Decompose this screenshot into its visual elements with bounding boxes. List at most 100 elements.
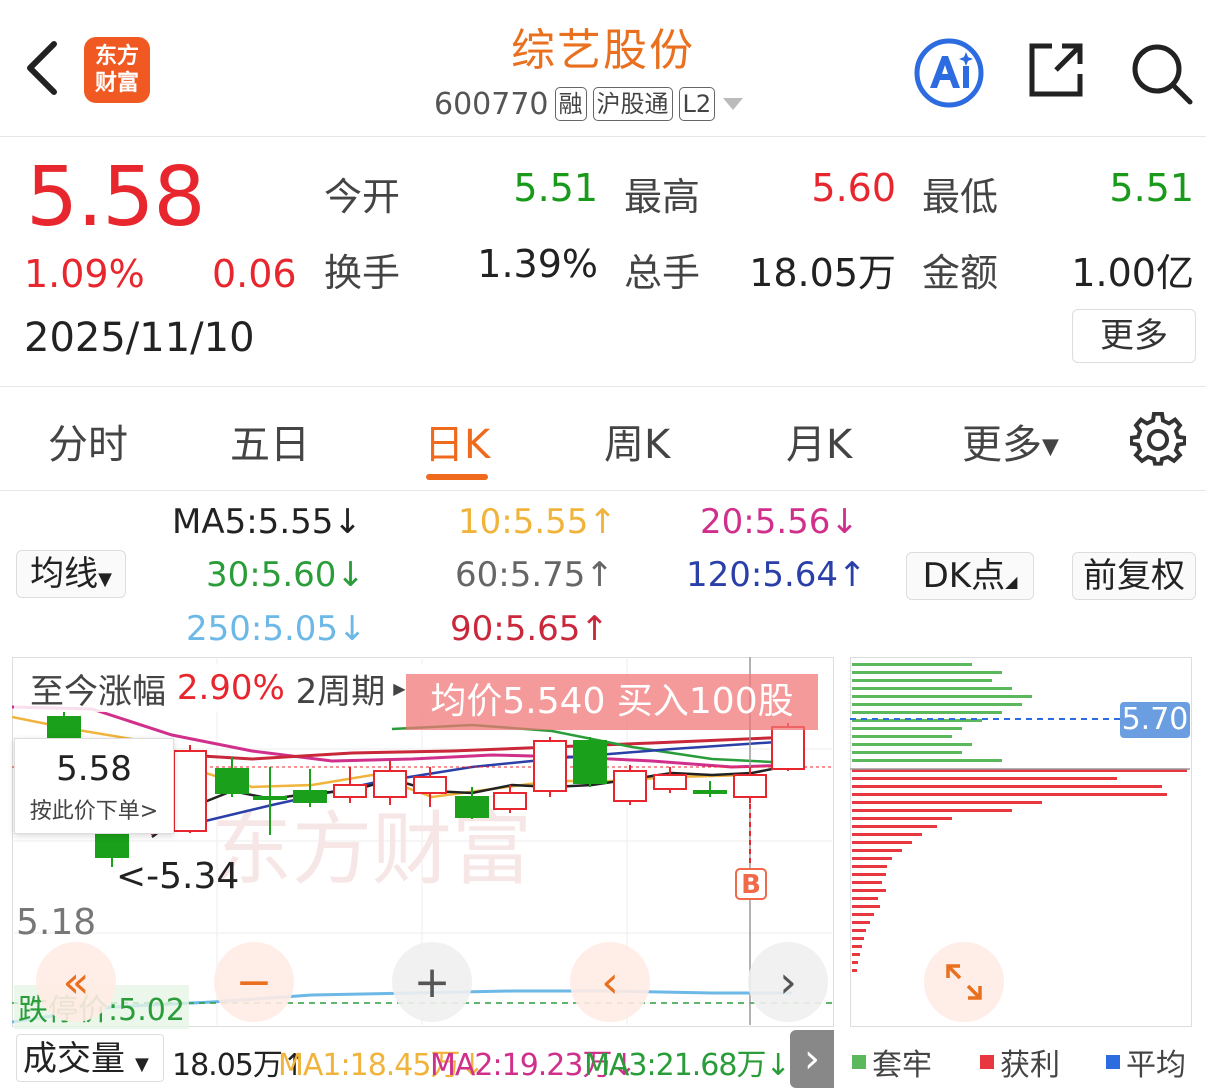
quote-date: 2025/11/10 — [24, 315, 255, 361]
chip-bar-profit — [852, 865, 887, 868]
share-icon[interactable] — [1026, 40, 1086, 100]
tab-monthly-k[interactable]: 月K — [786, 412, 852, 470]
expand-icon — [946, 964, 982, 1000]
legend-profit: 获利 — [980, 1040, 1060, 1084]
chip-bar-profit — [852, 889, 886, 892]
range-gain-period: 2周期 — [295, 671, 386, 712]
ma30-value: 30:5.60↓ — [206, 555, 365, 595]
ai-assistant-icon[interactable] — [912, 38, 986, 108]
turnover-value: 1.39% — [477, 242, 598, 286]
open-label: 今开 — [324, 175, 401, 219]
chip-bar-profit — [852, 825, 937, 828]
more-quote-button[interactable]: 更多 — [1072, 309, 1196, 363]
volume-ma3: MA3:21.68万↓ — [584, 1048, 791, 1083]
scroll-start-button[interactable]: « — [36, 942, 116, 1022]
order-price: 5.58 — [56, 749, 132, 789]
zoom-out-button[interactable]: − — [214, 942, 294, 1022]
chip-bar-profit — [852, 929, 866, 932]
ma90-value: 90:5.65↑ — [450, 609, 609, 649]
plus-icon: + — [413, 956, 451, 1008]
chip-bar-profit — [852, 921, 870, 924]
ma10-value: 10:5.55↑ — [458, 502, 617, 542]
candle-body — [373, 770, 407, 798]
chip-bar-profit — [852, 953, 860, 956]
search-icon[interactable] — [1128, 40, 1194, 106]
range-gain-banner: 至今涨幅 2.90% 2周期 ▶ — [14, 664, 430, 712]
indicator-selector-label: 成交量 — [23, 1039, 125, 1079]
ma-selector-label: 均线 — [30, 554, 99, 594]
dk-point-button[interactable]: DK点◢ — [906, 552, 1034, 600]
legend-trapped-label: 套牢 — [872, 1048, 932, 1083]
candle-body — [95, 831, 129, 858]
amount-value: 1.00亿 — [1071, 251, 1194, 295]
order-at-price-box[interactable]: 5.58 按此价下单> — [14, 738, 174, 834]
high-label: 最高 — [624, 175, 701, 219]
indicator-next-button[interactable]: › — [790, 1030, 834, 1088]
chevron-left-icon: ‹ — [601, 956, 619, 1008]
stock-code-row[interactable]: 600770 融 沪股通 L2 — [434, 84, 745, 124]
expand-button[interactable] — [924, 942, 1004, 1022]
chip-bar-profit — [852, 897, 878, 900]
ma120-value: 120:5.64↑ — [686, 555, 867, 595]
chip-bar-profit — [852, 817, 952, 820]
tab-more[interactable]: 更多▼ — [962, 412, 1059, 470]
scroll-right-button[interactable]: › — [748, 942, 828, 1022]
chip-bar-profit — [852, 961, 858, 964]
chip-bar-profit — [852, 873, 886, 876]
price-adjust-button[interactable]: 前复权 — [1072, 552, 1196, 600]
chip-bar-profit — [852, 785, 1162, 788]
legend-average: 平均 — [1106, 1040, 1186, 1084]
current-price: 5.58 — [26, 150, 206, 245]
chip-bar-trapped — [852, 711, 1002, 714]
chip-bar-trapped — [852, 727, 962, 730]
candle-body — [693, 790, 727, 794]
chip-bar-trapped — [852, 703, 1022, 706]
chip-bar-profit — [852, 857, 892, 860]
triangle-right-icon: ▶ — [393, 678, 406, 698]
zoom-in-button[interactable]: + — [392, 942, 472, 1022]
indicator-selector[interactable]: 成交量 ▼ — [16, 1034, 164, 1082]
chip-bar-profit — [852, 913, 874, 916]
chip-bar-trapped — [852, 695, 1032, 698]
order-at-price-label: 按此价下单> — [29, 799, 159, 824]
gear-icon[interactable] — [1130, 412, 1186, 468]
candle-body — [455, 796, 489, 818]
chip-bar-trapped — [852, 679, 992, 682]
chip-bar-profit — [852, 937, 864, 940]
tab-intraday[interactable]: 分时 — [48, 412, 128, 470]
chip-bar-profit — [852, 945, 862, 948]
chevron-down-icon[interactable] — [721, 94, 745, 114]
avg-price-buy-banner: 均价5.540 买入100股 — [406, 674, 818, 730]
low-label: 最低 — [922, 175, 999, 219]
candle-body — [771, 726, 805, 770]
tab-five-day[interactable]: 五日 — [230, 412, 310, 470]
candle-body — [413, 776, 447, 794]
candle-body — [215, 768, 249, 794]
ma5-value: MA5:5.55↓ — [172, 502, 362, 542]
chip-bar-trapped — [852, 759, 1002, 762]
legend-swatch — [1106, 1055, 1120, 1069]
ma20-value: 20:5.56↓ — [700, 502, 859, 542]
margin-tag: 融 — [554, 87, 587, 121]
ma-selector[interactable]: 均线▼ — [16, 550, 126, 598]
legend-average-label: 平均 — [1126, 1048, 1186, 1083]
legend-swatch — [980, 1055, 994, 1069]
tab-weekly-k[interactable]: 周K — [604, 412, 670, 470]
candle-body — [47, 716, 81, 738]
dropdown-triangle-icon: ▼ — [135, 1054, 149, 1075]
chip-bar-profit — [852, 841, 912, 844]
candle-body — [533, 740, 567, 792]
chip-bar-trapped — [852, 735, 952, 738]
chip-bar-profit — [852, 833, 922, 836]
chip-bar-trapped — [852, 743, 972, 746]
tab-daily-k[interactable]: 日K — [424, 412, 490, 470]
dk-point-label: DK点 — [922, 556, 1006, 596]
scroll-left-button[interactable]: ‹ — [570, 942, 650, 1022]
chip-bar-profit — [852, 881, 882, 884]
legend-trapped: 套牢 — [852, 1040, 932, 1084]
buy-marker[interactable]: B — [735, 868, 767, 900]
chip-bar-trapped — [852, 751, 962, 754]
amount-label: 金额 — [922, 251, 999, 295]
divider — [0, 386, 1206, 387]
chip-bar-profit — [852, 777, 1117, 780]
